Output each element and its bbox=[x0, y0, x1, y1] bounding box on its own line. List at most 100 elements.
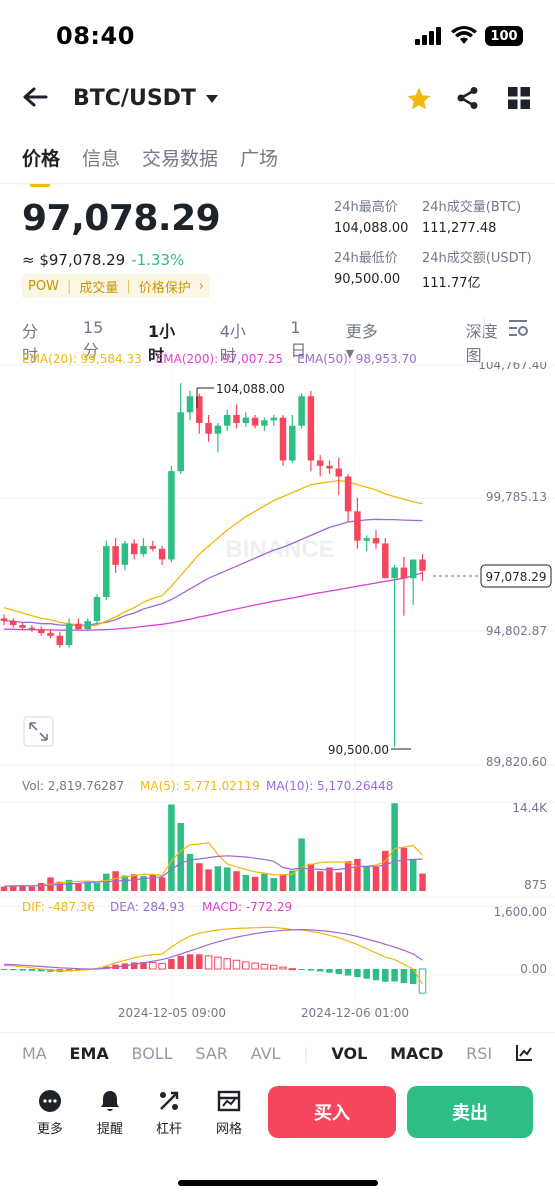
candle-body bbox=[177, 412, 184, 472]
candle-body bbox=[233, 414, 240, 424]
candle-body bbox=[84, 621, 91, 630]
macd-hist-bar bbox=[354, 969, 361, 978]
candle-body bbox=[47, 633, 54, 636]
macd-hist-bar bbox=[344, 969, 352, 976]
vol-axis-bottom: 875 bbox=[524, 878, 547, 892]
macd-hist-bar bbox=[372, 969, 380, 981]
kline-chart[interactable]: BINANCE 104,767.40 99,785.13 94,802.87 8… bbox=[0, 362, 555, 1032]
tab-square[interactable]: 广场 bbox=[240, 144, 278, 171]
tabs-divider bbox=[0, 183, 555, 184]
candle-body bbox=[354, 511, 361, 541]
macd-hist-bar bbox=[223, 958, 231, 970]
macd-hist-bar bbox=[158, 962, 166, 970]
candle-body bbox=[205, 423, 212, 434]
volume-bar bbox=[242, 874, 250, 891]
stat-high: 24h最高价 104,088.00 bbox=[334, 196, 408, 236]
chart-settings-icon[interactable] bbox=[507, 318, 529, 338]
action-grid[interactable]: 网格 bbox=[207, 1088, 251, 1137]
action-alert[interactable]: 提醒 bbox=[88, 1088, 132, 1137]
tag-price-protection: 价格保护 bbox=[138, 280, 191, 296]
signal-icon bbox=[415, 27, 441, 45]
macd-hist-bar bbox=[260, 963, 269, 970]
macd-legend-dif: DIF: -487.36 bbox=[22, 900, 95, 914]
share-icon[interactable] bbox=[456, 86, 480, 110]
candle-body bbox=[307, 396, 315, 461]
stat-high-label: 24h最高价 bbox=[334, 200, 398, 215]
action-more[interactable]: 更多 bbox=[28, 1088, 72, 1137]
tag-row[interactable]: POW | 成交量 | 价格保护 › bbox=[22, 274, 210, 298]
candle-body bbox=[130, 543, 138, 555]
buy-button[interactable]: 买入 bbox=[268, 1086, 396, 1138]
indicator-settings-icon[interactable] bbox=[515, 1044, 533, 1062]
home-indicator bbox=[178, 1180, 378, 1186]
action-margin-label: 杠杆 bbox=[155, 1122, 182, 1137]
candle-body bbox=[112, 546, 119, 565]
volume-bar bbox=[372, 866, 380, 891]
indicator-ma[interactable]: MA bbox=[22, 1044, 47, 1063]
candle-body bbox=[56, 635, 64, 646]
candle-body bbox=[65, 623, 73, 646]
high-price-marker: 104,088.00 bbox=[196, 382, 285, 408]
candle-body bbox=[168, 471, 175, 560]
candle-body bbox=[372, 538, 380, 544]
main-tabs: 价格 信息 交易数据 广场 bbox=[22, 144, 278, 187]
macd-hist-bar bbox=[214, 956, 222, 970]
indicator-macd[interactable]: MACD bbox=[390, 1044, 443, 1063]
stat-high-value: 104,088.00 bbox=[334, 221, 409, 236]
volume-bar bbox=[391, 803, 398, 891]
macd-hist-bar bbox=[28, 969, 36, 971]
pair-label: BTC/USDT bbox=[73, 86, 196, 111]
caret-down-icon bbox=[205, 94, 218, 103]
tab-price[interactable]: 价格 bbox=[22, 144, 60, 187]
ema200-line bbox=[3, 572, 423, 631]
macd-hist-bar bbox=[288, 968, 297, 971]
indicator-separator: | bbox=[303, 1044, 309, 1063]
candle-body bbox=[251, 417, 259, 426]
volume-bar bbox=[270, 878, 277, 891]
current-price-label: 97,078.29 bbox=[485, 570, 546, 584]
y-axis-label-3: 94,802.87 bbox=[486, 624, 547, 638]
action-more-label: 更多 bbox=[36, 1122, 63, 1137]
grid-menu-icon[interactable] bbox=[508, 87, 530, 109]
depth-chart-tab[interactable]: 深度图 bbox=[466, 318, 512, 366]
macd-hist-bar bbox=[363, 969, 370, 979]
macd-axis-top: 1,600.00 bbox=[494, 905, 547, 919]
indicator-vol[interactable]: VOL bbox=[331, 1044, 367, 1063]
macd-hist-bar bbox=[168, 959, 175, 969]
indicator-rsi[interactable]: RSI bbox=[466, 1044, 492, 1063]
macd-hist-bar bbox=[232, 959, 241, 970]
volume-bar bbox=[121, 875, 129, 891]
volume-bar bbox=[261, 873, 268, 891]
macd-hist-bar bbox=[196, 954, 203, 969]
indicator-bar: MA EMA BOLL SAR AVL | VOL MACD RSI bbox=[22, 1044, 533, 1063]
stat-vol-btc: 24h成交量(BTC) 111,277.48 bbox=[422, 196, 521, 236]
margin-icon bbox=[160, 1091, 179, 1110]
volume-bar bbox=[19, 886, 26, 891]
macd-hist-bar bbox=[400, 969, 408, 984]
indicator-sar[interactable]: SAR bbox=[195, 1044, 228, 1063]
action-alert-label: 提醒 bbox=[96, 1122, 123, 1137]
tab-trading-data[interactable]: 交易数据 bbox=[142, 144, 218, 171]
indicator-ema[interactable]: EMA bbox=[70, 1044, 109, 1063]
back-arrow-icon[interactable] bbox=[22, 86, 48, 108]
tab-info[interactable]: 信息 bbox=[82, 144, 120, 171]
candle-body bbox=[419, 559, 426, 571]
pair-selector[interactable]: BTC/USDT bbox=[73, 86, 218, 111]
indicator-avl[interactable]: AVL bbox=[251, 1044, 281, 1063]
macd-hist-bar bbox=[10, 969, 17, 971]
candle-body bbox=[121, 543, 129, 565]
macd-hist-bar bbox=[391, 969, 398, 982]
action-grid-label: 网格 bbox=[215, 1122, 242, 1137]
tag-pow: POW bbox=[28, 278, 59, 294]
wifi-icon bbox=[451, 26, 477, 44]
candle-body bbox=[37, 629, 45, 634]
sell-button[interactable]: 卖出 bbox=[407, 1086, 533, 1138]
star-icon[interactable] bbox=[406, 86, 432, 112]
indicator-boll[interactable]: BOLL bbox=[132, 1044, 173, 1063]
candle-body bbox=[10, 621, 17, 626]
candle-body bbox=[149, 546, 157, 549]
macd-hist-bar bbox=[316, 969, 324, 972]
candle-body bbox=[214, 425, 222, 434]
expand-chart-button[interactable] bbox=[23, 716, 54, 747]
action-margin[interactable]: 杠杆 bbox=[147, 1088, 191, 1137]
